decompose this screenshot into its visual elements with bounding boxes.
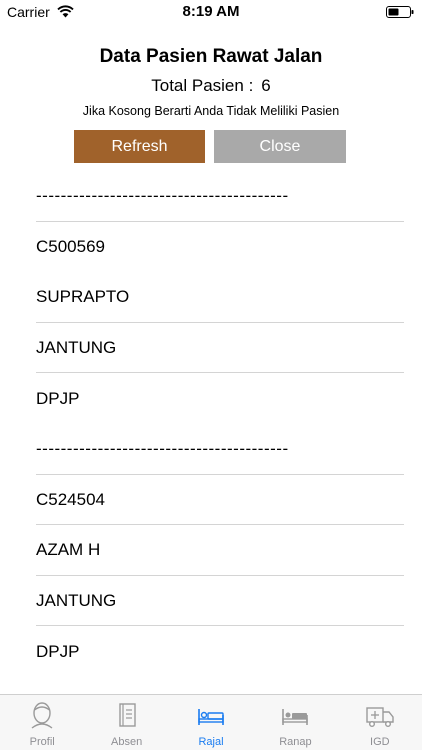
close-button[interactable]: Close [214,130,346,163]
patient-id: C524504 [36,489,106,509]
tab-absen[interactable]: Absen [84,695,168,750]
tab-ranap[interactable]: Ranap [253,695,337,750]
patient-role: DPJP [36,388,80,408]
patient-department: JANTUNG [36,591,117,611]
page-title: Data Pasien Rawat Jalan [99,46,323,67]
list-item: DPJP [0,626,422,677]
list-item: C500569 [0,222,422,273]
total-label: Total Pasien : [151,76,254,95]
list-item: SUPRAPTO [0,272,422,323]
total-patients: Total Pasien : 6 [0,76,422,96]
list-item: ----------------------------------------… [0,424,422,475]
patient-role: DPJP [36,641,80,661]
refresh-button[interactable]: Refresh [74,130,205,163]
status-bar: Carrier 8:19 AM [0,0,422,24]
empty-note: Jika Kosong Berarti Anda Tidak Meliliki … [82,104,340,118]
bed-icon [282,709,309,725]
status-time: 8:19 AM [182,3,240,20]
list-item: JANTUNG [0,576,422,627]
patient-id: C500569 [36,236,106,256]
tab-label: Ranap [279,736,312,748]
tab-profil[interactable]: Profil [0,695,84,750]
list-item: AZAM H [0,525,422,576]
bed-icon [198,709,224,725]
tab-label: IGD [370,736,390,748]
notebook-icon [118,703,136,727]
tab-igd[interactable]: IGD [338,695,422,750]
tab-bar: Profil Absen Rajal Ranap IGD [0,694,422,750]
list-item: ----------------------------------------… [0,171,422,222]
patient-name: SUPRAPTO [36,287,130,307]
tab-label: Absen [111,736,143,748]
list-item: DPJP [0,373,422,424]
profile-icon [31,702,53,729]
list-item: JANTUNG [0,323,422,374]
list-item: C524504 [0,475,422,526]
total-count: 6 [261,76,271,95]
truck-icon [366,707,394,728]
tab-rajal[interactable]: Rajal [169,695,253,750]
patient-list: ----------------------------------------… [0,171,422,677]
patient-name: AZAM H [36,540,101,560]
patient-department: JANTUNG [36,338,117,358]
separator-text: ----------------------------------------… [36,439,289,459]
battery-icon [386,6,414,18]
separator-text: ----------------------------------------… [36,186,289,206]
tab-label: Profil [29,736,55,748]
tab-label: Rajal [198,736,224,748]
